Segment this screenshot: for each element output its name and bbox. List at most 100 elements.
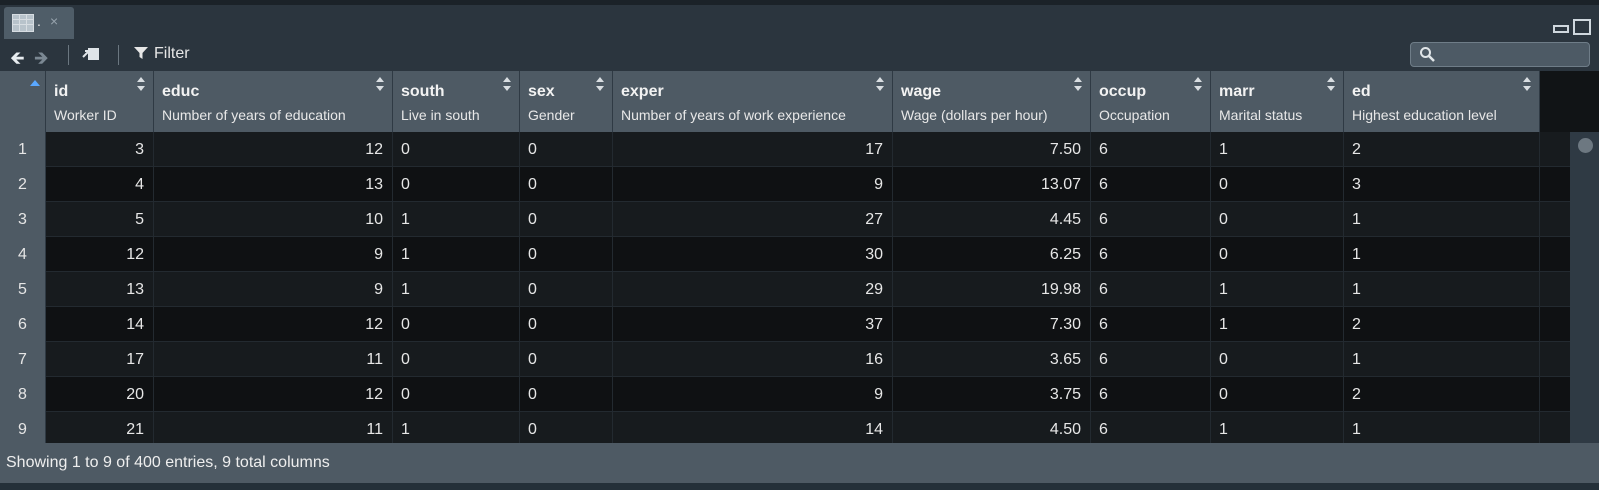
table-row[interactable]: 5 13 9 1 0 29 19.98 6 1 1 [0, 272, 1570, 307]
cell-id[interactable]: 5 [46, 202, 154, 237]
cell-id[interactable]: 13 [46, 272, 154, 307]
cell-ed[interactable]: 3 [1344, 167, 1540, 202]
cell-educ[interactable]: 11 [154, 342, 393, 377]
column-header-south[interactable]: south Live in south [393, 71, 520, 132]
cell-ed[interactable]: 2 [1344, 132, 1540, 167]
sort-icon[interactable] [376, 77, 384, 91]
cell-south[interactable]: 0 [393, 377, 520, 412]
tab-close-button[interactable]: × [50, 13, 58, 29]
cell-id[interactable]: 17 [46, 342, 154, 377]
column-header-educ[interactable]: educ Number of years of education [154, 71, 393, 132]
column-header-wage[interactable]: wage Wage (dollars per hour) [893, 71, 1091, 132]
cell-ed[interactable]: 2 [1344, 377, 1540, 412]
sort-icon[interactable] [1194, 77, 1202, 91]
cell-occup[interactable]: 6 [1091, 202, 1211, 237]
table-row[interactable]: 8 20 12 0 0 9 3.75 6 0 2 [0, 377, 1570, 412]
column-header-exper[interactable]: exper Number of years of work experience [613, 71, 893, 132]
cell-ed[interactable]: 1 [1344, 342, 1540, 377]
table-row[interactable]: 1 3 12 0 0 17 7.50 6 1 2 [0, 132, 1570, 167]
cell-exper[interactable]: 17 [613, 132, 893, 167]
filter-button[interactable]: Filter [154, 45, 190, 63]
cell-educ[interactable]: 9 [154, 237, 393, 272]
cell-wage[interactable]: 7.30 [893, 307, 1091, 342]
cell-sex[interactable]: 0 [520, 167, 613, 202]
table-row[interactable]: 4 12 9 1 0 30 6.25 6 0 1 [0, 237, 1570, 272]
sort-icon[interactable] [876, 77, 884, 91]
cell-sex[interactable]: 0 [520, 377, 613, 412]
cell-south[interactable]: 1 [393, 272, 520, 307]
cell-educ[interactable]: 12 [154, 307, 393, 342]
cell-id[interactable]: 4 [46, 167, 154, 202]
cell-south[interactable]: 0 [393, 342, 520, 377]
cell-marr[interactable]: 0 [1211, 342, 1344, 377]
cell-occup[interactable]: 6 [1091, 132, 1211, 167]
cell-sex[interactable]: 0 [520, 272, 613, 307]
cell-exper[interactable]: 9 [613, 377, 893, 412]
cell-educ[interactable]: 12 [154, 132, 393, 167]
cell-south[interactable]: 0 [393, 167, 520, 202]
column-header-occup[interactable]: occup Occupation [1091, 71, 1211, 132]
cell-ed[interactable]: 1 [1344, 412, 1540, 443]
cell-marr[interactable]: 0 [1211, 202, 1344, 237]
cell-south[interactable]: 1 [393, 412, 520, 443]
cell-id[interactable]: 14 [46, 307, 154, 342]
data-viewer-tab[interactable]: . × [4, 7, 74, 39]
cell-sex[interactable]: 0 [520, 342, 613, 377]
cell-south[interactable]: 0 [393, 132, 520, 167]
column-header-ed[interactable]: ed Highest education level [1344, 71, 1540, 132]
cell-exper[interactable]: 14 [613, 412, 893, 443]
cell-wage[interactable]: 4.45 [893, 202, 1091, 237]
minimize-pane-button[interactable] [1553, 25, 1569, 33]
table-row[interactable]: 7 17 11 0 0 16 3.65 6 0 1 [0, 342, 1570, 377]
cell-wage[interactable]: 3.75 [893, 377, 1091, 412]
cell-sex[interactable]: 0 [520, 307, 613, 342]
cell-marr[interactable]: 1 [1211, 132, 1344, 167]
table-row[interactable]: 3 5 10 1 0 27 4.45 6 0 1 [0, 202, 1570, 237]
cell-educ[interactable]: 11 [154, 412, 393, 443]
maximize-pane-button[interactable] [1573, 19, 1591, 35]
cell-occup[interactable]: 6 [1091, 412, 1211, 443]
cell-wage[interactable]: 6.25 [893, 237, 1091, 272]
sort-icon[interactable] [1523, 77, 1531, 91]
cell-ed[interactable]: 2 [1344, 307, 1540, 342]
cell-ed[interactable]: 1 [1344, 237, 1540, 272]
cell-south[interactable]: 1 [393, 202, 520, 237]
cell-marr[interactable]: 1 [1211, 412, 1344, 443]
sort-icon[interactable] [1074, 77, 1082, 91]
cell-educ[interactable]: 13 [154, 167, 393, 202]
table-row[interactable]: 2 4 13 0 0 9 13.07 6 0 3 [0, 167, 1570, 202]
filter-icon[interactable] [134, 46, 148, 60]
cell-sex[interactable]: 0 [520, 237, 613, 272]
table-row[interactable]: 6 14 12 0 0 37 7.30 6 1 2 [0, 307, 1570, 342]
cell-occup[interactable]: 6 [1091, 377, 1211, 412]
cell-id[interactable]: 3 [46, 132, 154, 167]
cell-occup[interactable]: 6 [1091, 272, 1211, 307]
search-input[interactable] [1410, 42, 1590, 67]
cell-occup[interactable]: 6 [1091, 342, 1211, 377]
cell-occup[interactable]: 6 [1091, 237, 1211, 272]
vertical-scrollbar[interactable] [1570, 132, 1599, 443]
cell-ed[interactable]: 1 [1344, 272, 1540, 307]
cell-south[interactable]: 0 [393, 307, 520, 342]
column-header-id[interactable]: id Worker ID [46, 71, 154, 132]
cell-educ[interactable]: 9 [154, 272, 393, 307]
cell-wage[interactable]: 7.50 [893, 132, 1091, 167]
column-header-marr[interactable]: marr Marital status [1211, 71, 1344, 132]
cell-marr[interactable]: 0 [1211, 377, 1344, 412]
cell-exper[interactable]: 30 [613, 237, 893, 272]
cell-sex[interactable]: 0 [520, 202, 613, 237]
cell-wage[interactable]: 4.50 [893, 412, 1091, 443]
cell-occup[interactable]: 6 [1091, 167, 1211, 202]
cell-wage[interactable]: 19.98 [893, 272, 1091, 307]
cell-id[interactable]: 12 [46, 237, 154, 272]
sort-icon[interactable] [137, 77, 145, 91]
sort-icon[interactable] [1327, 77, 1335, 91]
cell-wage[interactable]: 3.65 [893, 342, 1091, 377]
cell-occup[interactable]: 6 [1091, 307, 1211, 342]
cell-exper[interactable]: 29 [613, 272, 893, 307]
sort-icon[interactable] [503, 77, 511, 91]
table-row[interactable]: 9 21 11 1 0 14 4.50 6 1 1 [0, 412, 1570, 443]
cell-educ[interactable]: 12 [154, 377, 393, 412]
cell-exper[interactable]: 9 [613, 167, 893, 202]
open-in-window-icon[interactable] [82, 47, 100, 61]
